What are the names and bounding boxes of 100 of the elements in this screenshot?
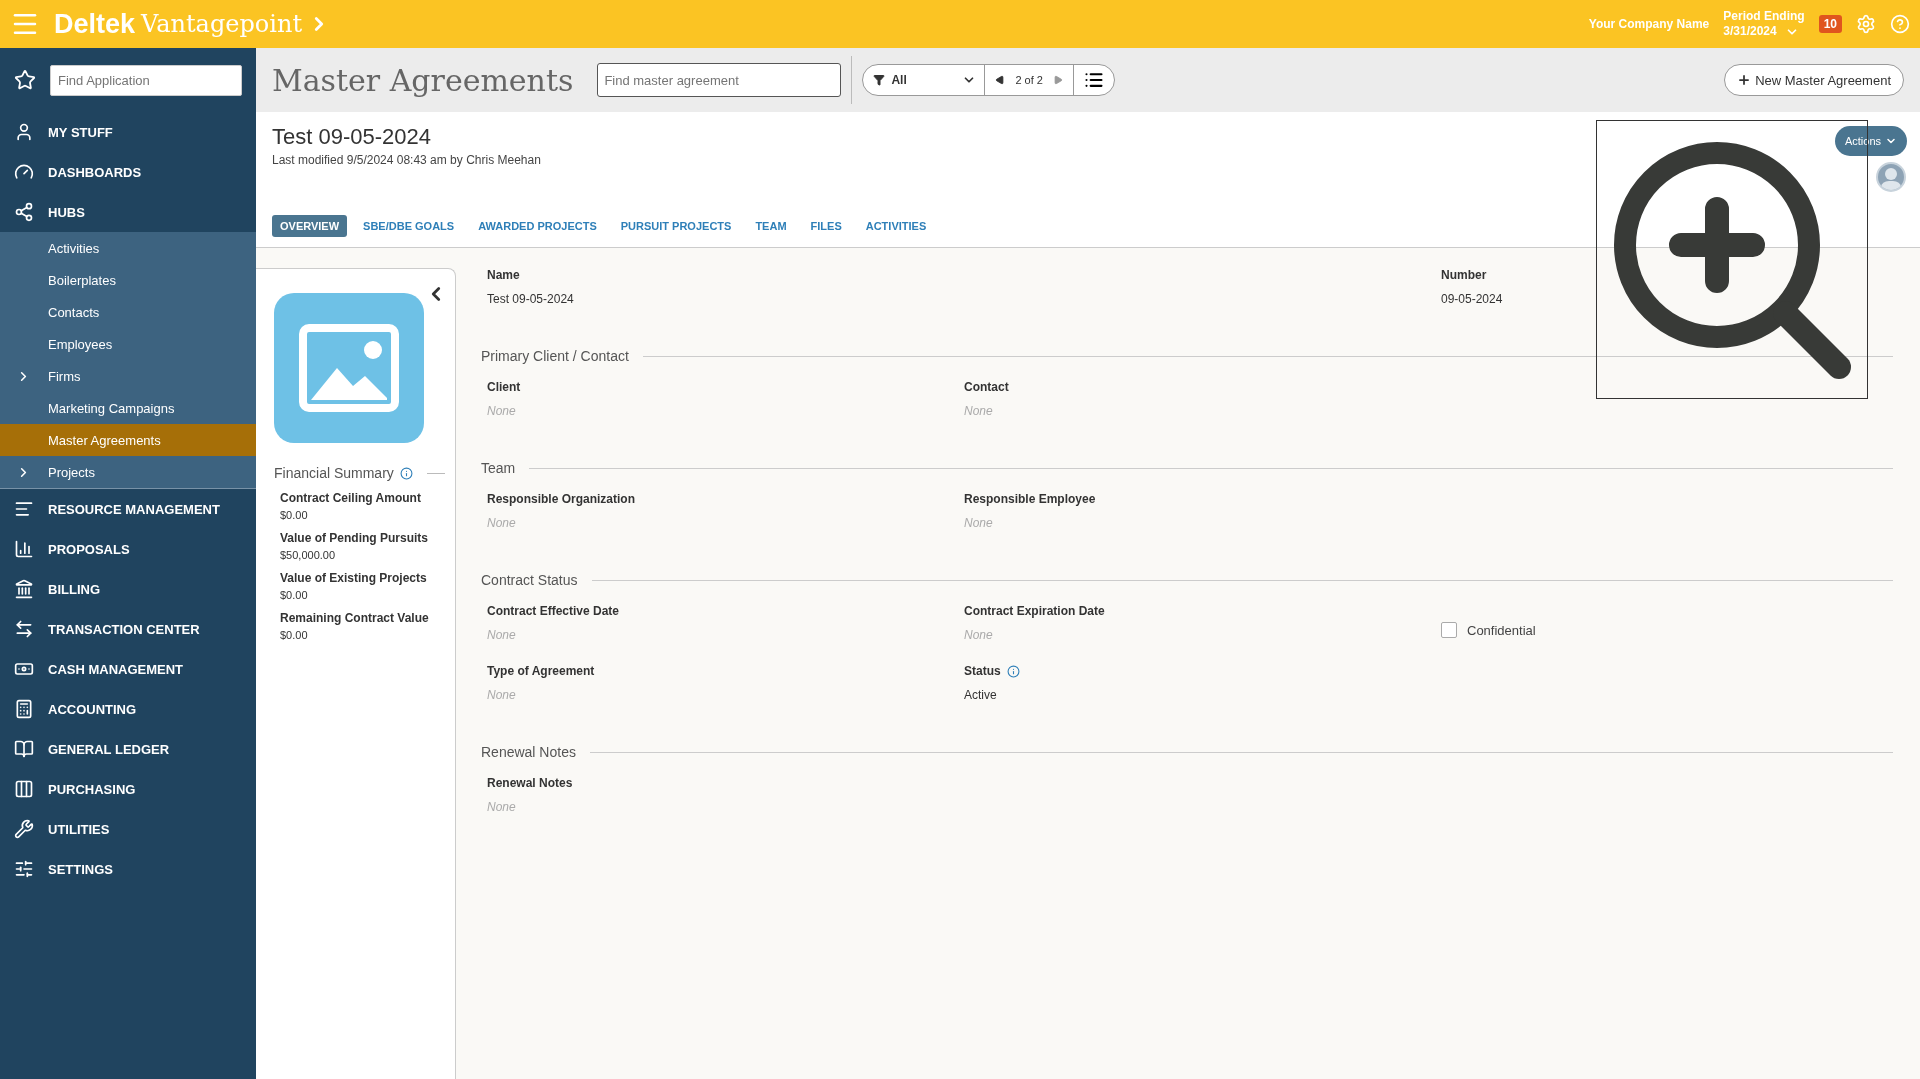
bars-icon — [14, 499, 34, 519]
submenu-item[interactable]: Employees — [0, 328, 256, 360]
nav-item[interactable]: MY STUFF — [0, 112, 256, 152]
field-value: Test 09-05-2024 — [487, 292, 575, 306]
star-icon[interactable] — [14, 69, 36, 91]
person-icon — [14, 122, 34, 142]
brand-product: Vantagepoint — [141, 10, 303, 38]
new-master-agreement-button[interactable]: New Master Agreement — [1724, 64, 1904, 96]
submenu-item[interactable]: Marketing Campaigns — [0, 392, 256, 424]
submenu-item[interactable]: Projects — [0, 456, 256, 488]
book-icon — [14, 739, 34, 759]
nav-item[interactable]: PURCHASING — [0, 769, 256, 809]
nav-item[interactable]: UTILITIES — [0, 809, 256, 849]
summary-value: $0.00 — [280, 629, 309, 641]
field-label: Renewal Notes — [487, 776, 573, 790]
search-field[interactable]: Find master agreement — [597, 63, 842, 97]
nav-item[interactable]: RESOURCE MANAGEMENT — [0, 489, 256, 529]
sliders-icon — [14, 859, 34, 879]
summary-label: Value of Existing Projects — [280, 571, 428, 585]
field-label: Status — [964, 664, 1001, 678]
calculator-icon — [14, 699, 34, 719]
section-title: Contract Status — [481, 572, 578, 588]
tab[interactable]: OVERVIEW — [272, 215, 348, 237]
nav-item[interactable]: HUBS — [0, 192, 256, 232]
submenu-item[interactable]: Contacts — [0, 296, 256, 328]
submenu-item[interactable]: Firms — [0, 360, 256, 392]
field-label: Responsible Organization — [487, 492, 636, 506]
tab[interactable]: AWARDED PROJECTS — [470, 215, 605, 237]
nav-item[interactable]: TRANSACTION CENTER — [0, 609, 256, 649]
field-value: None — [487, 800, 517, 814]
section-title: Team — [481, 460, 516, 476]
next-icon[interactable] — [1052, 75, 1063, 85]
modified-text: Last modified 9/5/2024 08:43 am by Chris Meehan — [272, 153, 541, 167]
notification-badge[interactable]: 10 — [1818, 15, 1842, 33]
brand-name: Deltek — [54, 8, 136, 40]
arrows-icon — [14, 619, 34, 639]
field-value: 09-05-2024 — [1441, 292, 1504, 306]
submenu-item[interactable]: Master Agreements — [0, 424, 256, 456]
avatar[interactable] — [1876, 162, 1906, 192]
financial-summary-title: Financial Summary — [274, 465, 394, 481]
gauge-icon — [14, 162, 34, 182]
list-icon — [1083, 70, 1104, 90]
checkbox-label[interactable]: Confidential — [1467, 622, 1536, 638]
page-title: Master Agreements — [272, 62, 574, 98]
record-title: Test 09-05-2024 — [272, 124, 431, 150]
info-icon[interactable] — [399, 466, 413, 480]
nav-item[interactable]: PROPOSALS — [0, 529, 256, 569]
columns-icon — [14, 779, 34, 799]
bank-icon — [14, 579, 34, 599]
field-value: None — [487, 404, 517, 418]
plus-icon — [1737, 73, 1752, 87]
pager-text: 2 of 2 — [1015, 74, 1043, 86]
period-label: Period Ending — [1723, 9, 1805, 24]
field-label: Responsible Employee — [964, 492, 1096, 506]
field-label: Type of Agreement — [487, 664, 595, 678]
wrench-icon — [14, 819, 34, 839]
tab[interactable]: FILES — [802, 215, 850, 237]
filter-dropdown[interactable]: All — [863, 65, 986, 95]
previous-icon[interactable] — [995, 75, 1006, 85]
tab[interactable]: SBE/DBE GOALS — [355, 215, 463, 237]
nav-item[interactable]: CASH MANAGEMENT — [0, 649, 256, 689]
info-icon[interactable] — [1006, 664, 1020, 678]
filter-icon — [873, 74, 886, 86]
field-value: None — [964, 628, 994, 642]
hub-icon — [14, 202, 34, 222]
field-value: None — [487, 688, 517, 702]
field-label: Name — [487, 268, 520, 282]
field-value: Active — [964, 688, 998, 702]
settings-icon[interactable] — [1856, 14, 1876, 34]
summary-value: $50,000.00 — [280, 549, 337, 561]
submenu-item[interactable]: Boilerplates — [0, 264, 256, 296]
tab[interactable]: TEAM — [747, 215, 795, 237]
checkbox[interactable] — [1441, 622, 1457, 638]
section-title: Renewal Notes — [481, 744, 576, 760]
summary-label: Value of Pending Pursuits — [280, 531, 430, 545]
field-label: Number — [1441, 268, 1487, 282]
nav-item[interactable]: DASHBOARDS — [0, 152, 256, 192]
section-title: Primary Client / Contact — [481, 348, 629, 364]
help-icon[interactable] — [1890, 14, 1910, 34]
nav-item[interactable]: BILLING — [0, 569, 256, 609]
field-value: None — [487, 516, 517, 530]
tab[interactable]: ACTIVITIES — [857, 215, 935, 237]
nav-item[interactable]: ACCOUNTING — [0, 689, 256, 729]
summary-value: $0.00 — [280, 509, 309, 521]
bar-chart-icon — [14, 539, 34, 559]
field-label: Contract Effective Date — [487, 604, 620, 618]
field-label: Contract Expiration Date — [964, 604, 1105, 618]
submenu-item[interactable]: Activities — [0, 232, 256, 264]
summary-value: $0.00 — [280, 589, 309, 601]
field-label: Contact — [964, 380, 1009, 394]
summary-label: Remaining Contract Value — [280, 611, 430, 625]
field-value: None — [964, 404, 994, 418]
nav-item[interactable]: SETTINGS — [0, 849, 256, 889]
actions-button[interactable]: Actions — [1834, 126, 1907, 156]
summary-label: Contract Ceiling Amount — [280, 491, 422, 505]
field-label: Client — [487, 380, 521, 394]
nav-item[interactable]: GENERAL LEDGER — [0, 729, 256, 769]
tab[interactable]: PURSUIT PROJECTS — [612, 215, 740, 237]
field-value: None — [964, 516, 994, 530]
field-value: None — [487, 628, 517, 642]
